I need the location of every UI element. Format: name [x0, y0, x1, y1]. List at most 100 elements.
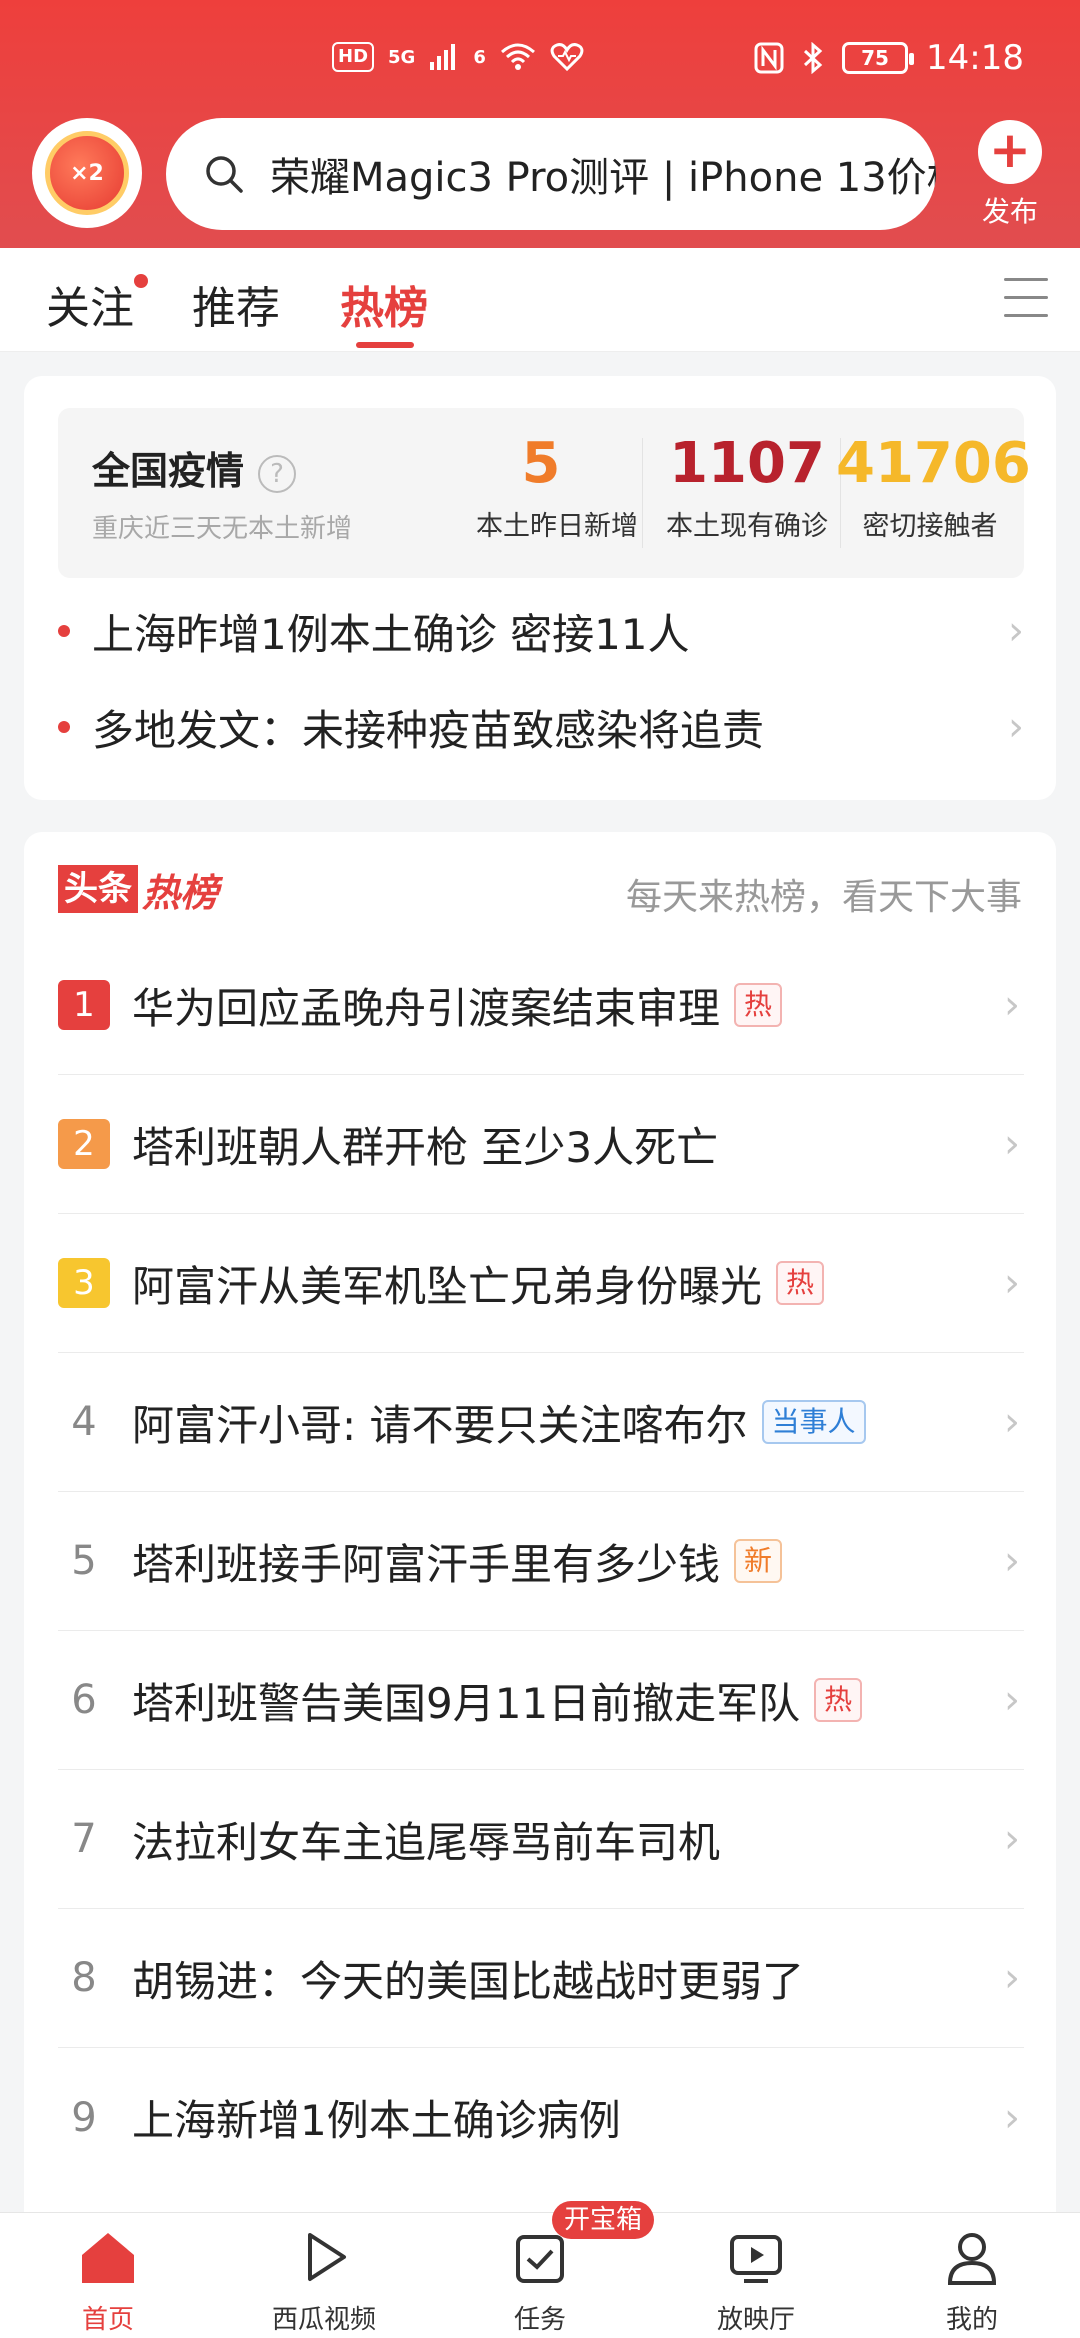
nav-label: 首页 — [81, 2305, 134, 2335]
hot-tag: 热 — [776, 1261, 825, 1305]
party-tag: 当事人 — [761, 1400, 866, 1444]
top-header: HD 5G 6 75 14:18 ×2 荣耀Magic3 Pro测评 | iPh… — [0, 0, 1080, 248]
bullet-dot — [58, 721, 70, 733]
profile-icon — [947, 2233, 997, 2285]
stat-value: 1107 — [669, 431, 825, 496]
hot-list-item[interactable]: 7 法拉利女车主追尾辱骂前车司机 › — [58, 1770, 1024, 1909]
item-title: 阿富汗小哥: 请不要只关注喀布尔 — [132, 1400, 748, 1450]
nav-label: 西瓜视频 — [271, 2305, 376, 2335]
chevron-right-icon: › — [1004, 1677, 1020, 1723]
chevron-right-icon: › — [1004, 2094, 1020, 2141]
chevron-right-icon: › — [1008, 704, 1024, 750]
hot-list-card: 头条 热榜 每天来热榜，看天下大事 1 华为回应孟晚舟引渡案结束审理 热 › 2… — [24, 832, 1056, 2232]
nav-tasks[interactable]: 任务 — [460, 2225, 620, 2336]
search-suggestion-text: 荣耀Magic3 Pro测评 | iPhone 13价格 — [270, 155, 936, 201]
news-title: 多地发文：未接种疫苗致感染将追责 — [92, 705, 765, 755]
active-tab-indicator — [356, 342, 414, 348]
chevron-right-icon: › — [1004, 1816, 1020, 1862]
item-title: 法拉利女车主追尾辱骂前车司机 — [132, 1817, 721, 1867]
battery-level: 75 — [861, 46, 889, 70]
epidemic-news-item[interactable]: 上海昨增1例本土确诊 密接11人 › — [58, 596, 1024, 666]
nav-label: 放映厅 — [716, 2305, 795, 2335]
rank-number: 4 — [71, 1399, 97, 1445]
status-bar: HD 5G 6 75 14:18 — [0, 38, 1080, 84]
chevron-right-icon: › — [1004, 1399, 1020, 1445]
tab-follow[interactable]: 关注 — [46, 272, 148, 336]
nav-screening-hall[interactable]: 放映厅 — [676, 2225, 836, 2336]
hot-list-item[interactable]: 2 塔利班朝人群开枪 至少3人死亡 › — [58, 1075, 1024, 1214]
logo-box: 头条 — [58, 865, 138, 913]
hot-tag: 热 — [814, 1678, 863, 1722]
tab-follow-label: 关注 — [46, 283, 134, 334]
chevron-right-icon: › — [1004, 1121, 1020, 1167]
stat-value: 41706 — [836, 431, 1031, 496]
epidemic-title-text: 全国疫情 — [92, 449, 245, 493]
epidemic-title: 全国疫情? — [92, 440, 297, 495]
stat-label: 本土现有确诊 — [666, 511, 828, 542]
stat-new-local: 5 本土昨日新增 — [476, 430, 638, 543]
avatar-badge: ×2 — [45, 131, 129, 215]
rank-number: 6 — [71, 1677, 97, 1723]
epidemic-subtitle: 重庆近三天无本土新增 — [92, 514, 353, 544]
help-icon[interactable]: ? — [258, 455, 297, 493]
epidemic-news-item[interactable]: 多地发文：未接种疫苗致感染将追责 › — [58, 692, 1024, 762]
tab-hot-list-label: 热榜 — [340, 283, 428, 334]
nav-home[interactable]: 首页 — [28, 2225, 188, 2336]
search-bar[interactable]: 荣耀Magic3 Pro测评 | iPhone 13价格 — [166, 118, 936, 230]
hot-list-item[interactable]: 9 上海新增1例本土确诊病例 › — [58, 2048, 1024, 2187]
app-screen: HD 5G 6 75 14:18 ×2 荣耀Magic3 Pro测评 | iPh… — [0, 0, 1080, 2338]
bottom-navigation: 首页 西瓜视频 任务 开宝箱 放映厅 我的 — [0, 2201, 1080, 2338]
publish-button[interactable]: + 发布 — [962, 120, 1058, 230]
epidemic-summary[interactable]: 全国疫情? 重庆近三天无本土新增 5 本土昨日新增 1107 本土现有确诊 41… — [58, 408, 1031, 578]
home-icon — [82, 2233, 134, 2283]
screening-icon — [730, 2235, 782, 2283]
hot-list-item[interactable]: 8 胡锡进：今天的美国比越战时更弱了 › — [58, 1909, 1024, 2048]
hot-list-item[interactable]: 5 塔利班接手阿富汗手里有多少钱 新 › — [58, 1492, 1024, 1631]
chevron-right-icon: › — [1008, 608, 1024, 654]
stat-value: 5 — [521, 431, 561, 496]
channel-menu-icon[interactable] — [1004, 278, 1048, 318]
tab-hot-list[interactable]: 热榜 — [340, 272, 428, 336]
search-icon — [206, 156, 243, 193]
tab-recommend-label: 推荐 — [192, 283, 280, 334]
nfc-icon — [754, 42, 784, 74]
item-title: 塔利班朝人群开枪 至少3人死亡 — [132, 1122, 719, 1172]
hot-list-item[interactable]: 6 塔利班警告美国9月11日前撤走军队 热 › — [58, 1631, 1024, 1770]
tab-recommend[interactable]: 推荐 — [192, 272, 280, 336]
bluetooth-icon — [803, 42, 823, 74]
rank-number: 7 — [71, 1816, 97, 1862]
hot-list-logo: 头条 热榜 — [58, 864, 219, 915]
notification-dot — [134, 274, 148, 288]
plus-icon: + — [978, 120, 1042, 184]
item-title: 阿富汗从美军机坠亡兄弟身份曝光 — [132, 1261, 763, 1311]
hot-tag: 热 — [734, 983, 783, 1027]
status-left: HD 5G 6 — [332, 42, 584, 72]
item-title: 塔利班接手阿富汗手里有多少钱 — [132, 1539, 721, 1589]
logo-word: 热榜 — [142, 870, 219, 915]
item-title: 上海新增1例本土确诊病例 — [132, 2096, 621, 2145]
clock: 14:18 — [926, 38, 1024, 78]
nav-profile[interactable]: 我的 — [892, 2225, 1052, 2336]
rank-number: 9 — [71, 2094, 97, 2141]
new-tag: 新 — [734, 1539, 783, 1583]
wifi-icon — [500, 43, 535, 70]
hot-list-item[interactable]: 1 华为回应孟晚舟引渡案结束审理 热 › — [58, 936, 1024, 1075]
divider — [642, 438, 643, 548]
publish-label: 发布 — [981, 195, 1038, 228]
avatar-multiplier: ×2 — [70, 160, 104, 186]
stat-current-confirmed: 1107 本土现有确诊 — [658, 430, 836, 543]
rank-badge: 1 — [58, 980, 110, 1030]
nav-label: 任务 — [513, 2305, 566, 2335]
rank-badge: 3 — [58, 1258, 110, 1308]
rank-number: 8 — [71, 1955, 97, 2001]
hot-list-item[interactable]: 4 阿富汗小哥: 请不要只关注喀布尔 当事人 › — [58, 1353, 1024, 1492]
rank-badge: 2 — [58, 1119, 110, 1169]
user-avatar[interactable]: ×2 — [32, 118, 142, 228]
hot-list-slogan: 每天来热榜，看天下大事 — [625, 877, 1022, 918]
battery-icon: 75 — [842, 42, 915, 74]
hot-list-item[interactable]: 3 阿富汗从美军机坠亡兄弟身份曝光 热 › — [58, 1214, 1024, 1353]
chevron-right-icon: › — [1004, 1538, 1020, 1584]
nav-xigua-video[interactable]: 西瓜视频 — [244, 2225, 404, 2336]
treasure-chest-badge[interactable]: 开宝箱 — [552, 2201, 655, 2239]
menu-line — [1004, 278, 1048, 281]
